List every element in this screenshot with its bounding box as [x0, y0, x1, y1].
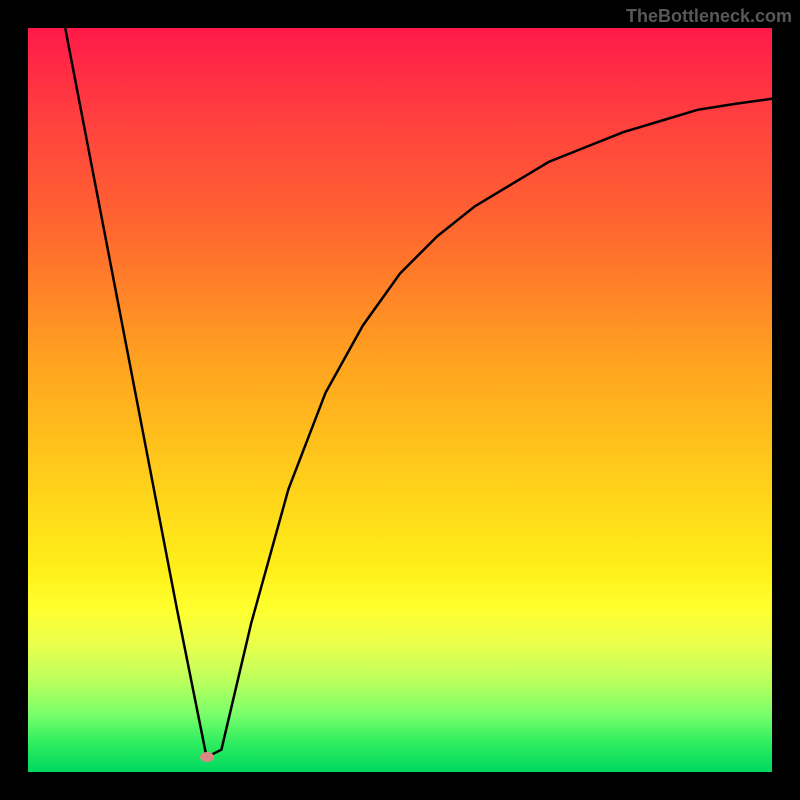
- attribution-text: TheBottleneck.com: [626, 6, 792, 27]
- plot-area: [28, 28, 772, 772]
- chart-frame: TheBottleneck.com: [0, 0, 800, 800]
- optimal-point-marker: [200, 752, 214, 762]
- bottleneck-curve: [28, 28, 772, 772]
